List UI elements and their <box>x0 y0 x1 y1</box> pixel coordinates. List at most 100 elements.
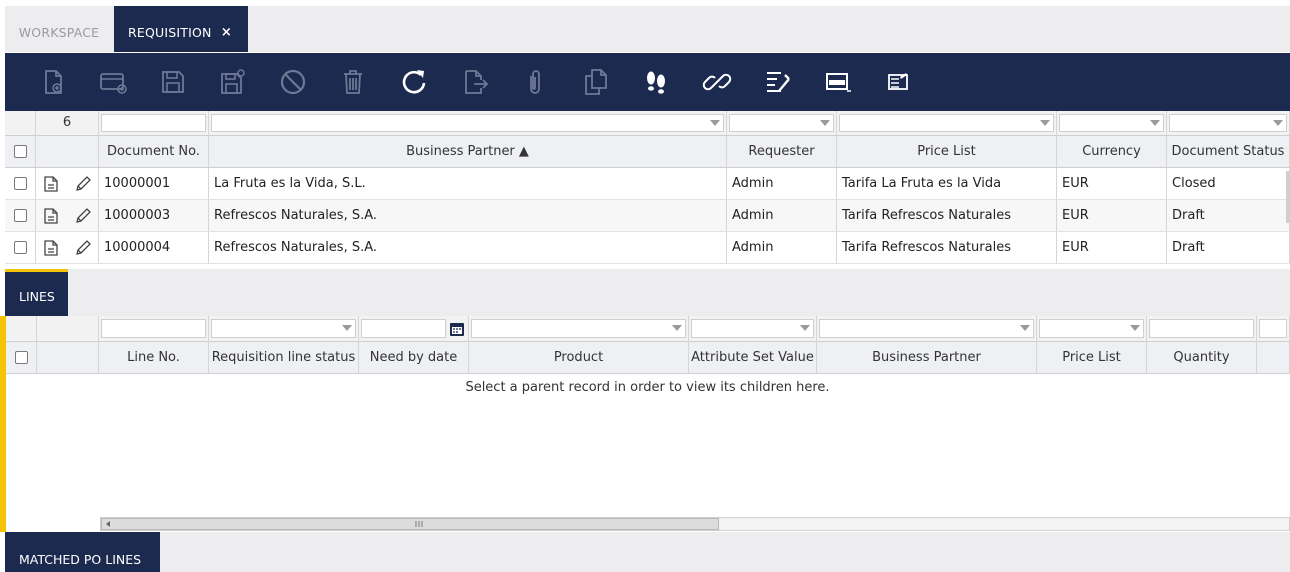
col-business-partner[interactable]: Business Partner ▲ <box>209 136 727 167</box>
chevron-down-icon[interactable] <box>342 325 352 331</box>
notes-icon <box>888 73 908 90</box>
cell-document-no: 10000001 <box>99 168 209 199</box>
document-icon[interactable] <box>44 176 58 192</box>
row-checkbox[interactable] <box>14 241 27 254</box>
pencil-icon[interactable] <box>74 239 92 257</box>
chevron-down-icon[interactable] <box>1273 120 1283 126</box>
scrollbar-thumb[interactable] <box>101 518 719 530</box>
clone-button[interactable] <box>579 65 613 99</box>
cell-business-partner: La Fruta es la Vida, S.L. <box>209 168 727 199</box>
col-lines-business-partner[interactable]: Business Partner <box>817 342 1037 373</box>
col-requester[interactable]: Requester <box>727 136 837 167</box>
col-document-status[interactable]: Document Status <box>1167 136 1290 167</box>
col-document-no[interactable]: Document No. <box>99 136 209 167</box>
new-document-button[interactable] <box>36 65 70 99</box>
col-currency[interactable]: Currency <box>1057 136 1167 167</box>
filter-lines-price-list-input[interactable] <box>1039 319 1144 338</box>
row-actions <box>36 232 99 263</box>
document-icon[interactable] <box>44 240 58 256</box>
table-row[interactable]: 10000003 Refrescos Naturales, S.A. Admin… <box>5 200 1290 232</box>
tree-view-button[interactable] <box>761 65 795 99</box>
save-button[interactable] <box>156 65 190 99</box>
col-product[interactable]: Product <box>469 342 689 373</box>
filter-business-partner-input[interactable] <box>211 114 724 132</box>
chevron-down-icon[interactable] <box>1130 325 1140 331</box>
row-checkbox[interactable] <box>14 177 27 190</box>
notes-button[interactable] <box>881 65 915 99</box>
undo-button[interactable] <box>276 65 310 99</box>
col-need-by-date[interactable]: Need by date <box>359 342 469 373</box>
save-close-button[interactable] <box>216 65 250 99</box>
refresh-button[interactable] <box>397 65 431 99</box>
pencil-icon[interactable] <box>74 175 92 193</box>
filter-line-no-input[interactable] <box>101 319 206 338</box>
col-attribute-set-value[interactable]: Attribute Set Value <box>689 342 817 373</box>
scroll-left-icon[interactable] <box>104 520 112 528</box>
delete-button[interactable] <box>336 65 370 99</box>
col-lines-price-list[interactable]: Price List <box>1037 342 1147 373</box>
filter-currency-input[interactable] <box>1059 114 1164 132</box>
horizontal-scrollbar[interactable] <box>100 517 1290 531</box>
filter-lines-price-list[interactable] <box>1037 316 1147 341</box>
new-row-icon <box>100 73 127 94</box>
select-all-checkbox[interactable] <box>15 351 28 364</box>
chevron-down-icon[interactable] <box>710 120 720 126</box>
filter-lines-business-partner[interactable] <box>817 316 1037 341</box>
filter-line-no[interactable] <box>99 316 209 341</box>
chevron-down-icon[interactable] <box>1150 120 1160 126</box>
row-checkbox[interactable] <box>14 209 27 222</box>
filter-requester[interactable] <box>727 111 837 135</box>
new-row-button[interactable] <box>96 65 130 99</box>
header-grid: 6 Document No. Business Partner ▲ Reques… <box>5 111 1290 269</box>
close-icon[interactable]: × <box>221 6 232 60</box>
filter-line-status[interactable] <box>209 316 359 341</box>
filter-product[interactable] <box>469 316 689 341</box>
filter-requester-input[interactable] <box>729 114 834 132</box>
vertical-scrollbar[interactable] <box>1286 171 1290 223</box>
filter-extra-input[interactable] <box>1259 319 1287 338</box>
tab-requisition[interactable]: REQUISITION × <box>114 6 248 52</box>
filter-price-list-input[interactable] <box>839 114 1054 132</box>
filter-document-status[interactable] <box>1167 111 1290 135</box>
col-price-list[interactable]: Price List <box>837 136 1057 167</box>
link-button[interactable] <box>700 65 734 99</box>
audit-trail-button[interactable] <box>639 65 673 99</box>
filter-lines-business-partner-input[interactable] <box>819 319 1034 338</box>
filter-document-no-input[interactable] <box>101 114 206 132</box>
filter-document-status-input[interactable] <box>1169 114 1287 132</box>
filter-extra[interactable] <box>1257 316 1290 341</box>
table-row[interactable]: 10000004 Refrescos Naturales, S.A. Admin… <box>5 232 1290 264</box>
calendar-icon[interactable] <box>449 321 465 337</box>
filter-line-status-input[interactable] <box>211 319 356 338</box>
filter-attribute-set-input[interactable] <box>691 319 814 338</box>
export-button[interactable] <box>458 65 492 99</box>
filter-attribute-set[interactable] <box>689 316 817 341</box>
filter-need-by-date[interactable] <box>359 316 469 341</box>
pencil-icon[interactable] <box>74 207 92 225</box>
filter-currency[interactable] <box>1057 111 1167 135</box>
filter-product-input[interactable] <box>471 319 686 338</box>
filter-price-list[interactable] <box>837 111 1057 135</box>
select-all-checkbox[interactable] <box>14 145 27 158</box>
col-line-no[interactable]: Line No. <box>99 342 209 373</box>
chevron-down-icon[interactable] <box>800 325 810 331</box>
filter-business-partner[interactable] <box>209 111 727 135</box>
filter-quantity-input[interactable] <box>1149 319 1254 338</box>
col-requisition-line-status[interactable]: Requisition line status <box>209 342 359 373</box>
chevron-down-icon[interactable] <box>672 325 682 331</box>
attachment-button[interactable] <box>518 65 552 99</box>
document-icon[interactable] <box>44 208 58 224</box>
tree-view-icon <box>767 72 790 92</box>
chevron-down-icon[interactable] <box>1040 120 1050 126</box>
tab-lines[interactable]: LINES <box>5 269 68 316</box>
chevron-down-icon[interactable] <box>820 120 830 126</box>
tab-workspace[interactable]: WORKSPACE <box>5 6 113 52</box>
chevron-down-icon[interactable] <box>1020 325 1030 331</box>
col-quantity[interactable]: Quantity <box>1147 342 1257 373</box>
table-row[interactable]: 10000001 La Fruta es la Vida, S.L. Admin… <box>5 168 1290 200</box>
filter-quantity[interactable] <box>1147 316 1257 341</box>
filter-need-by-date-input[interactable] <box>361 319 446 338</box>
form-view-button[interactable] <box>821 65 855 99</box>
filter-document-no[interactable] <box>99 111 209 135</box>
tab-matched-po-lines[interactable]: MATCHED PO LINES <box>5 532 160 572</box>
